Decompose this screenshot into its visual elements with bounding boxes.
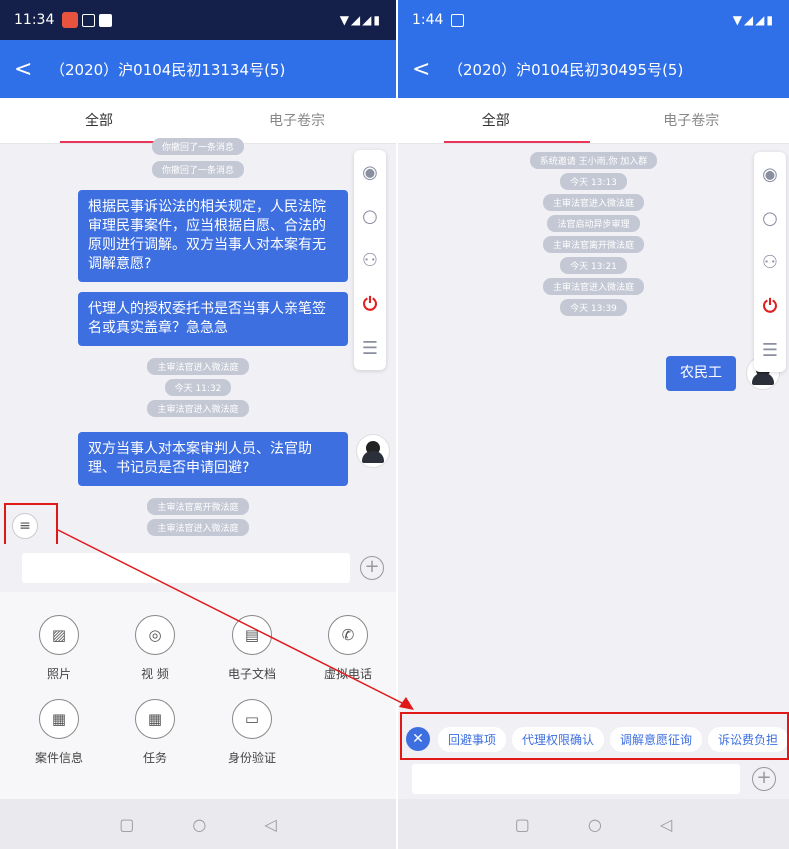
system-message: 今天 13:21 [560, 257, 627, 274]
members-icon[interactable]: ⚇ [762, 240, 778, 284]
case-title: （2020）沪0104民初30495号(5) [448, 60, 684, 79]
message-bubble[interactable]: 双方当事人对本案审判人员、法官助理、书记员是否申请回避? [78, 432, 348, 486]
side-tool-bar: ◉ ○ ⚇ ⏻ ☰ [354, 150, 386, 370]
system-message: 主审法官进入微法庭 [542, 194, 644, 211]
status-time: 11:34 [14, 12, 55, 28]
message-icon[interactable]: ☰ [762, 328, 778, 372]
app-notification-icon [451, 13, 465, 27]
system-message: 法官启动异步审理 [547, 215, 640, 232]
status-time: 1:44 [412, 12, 444, 28]
search-icon[interactable]: ○ [362, 194, 378, 238]
system-message: 你撤回了一条消息 [151, 138, 244, 155]
annotation-box [400, 712, 789, 760]
case-title: （2020）沪0104民初13134号(5) [50, 60, 286, 79]
message-bubble[interactable]: 代理人的授权委托书是否当事人亲笔签名或真实盖章？急急急 [78, 292, 348, 346]
back-icon[interactable]: < [412, 57, 440, 82]
tool-video[interactable]: ◎ 视 频 [115, 615, 195, 682]
system-nav-bar: ▢ ○ ◁ [398, 799, 789, 849]
task-icon: ▦ [135, 699, 175, 739]
tab-e-file[interactable]: 电子卷宗 [198, 98, 396, 143]
record-icon[interactable]: ◉ [362, 150, 378, 194]
system-message: 你撤回了一条消息 [151, 161, 244, 178]
notification-icon [62, 12, 79, 28]
back-icon[interactable]: < [14, 57, 42, 82]
chat-area: 你撤回了一条消息 你撤回了一条消息 根据民事诉讼法的相关规定，人民法院审理民事案… [0, 138, 396, 544]
avatar-body [752, 373, 774, 385]
tab-all[interactable]: 全部 [0, 98, 198, 143]
search-icon[interactable]: ○ [762, 196, 778, 240]
recents-icon[interactable]: ▢ [119, 815, 134, 834]
document-icon: ▤ [232, 615, 272, 655]
tool-document[interactable]: ▤ 电子文档 [212, 615, 292, 682]
tool-label: 身份验证 [227, 751, 276, 765]
tool-label: 虚拟电话 [323, 667, 372, 681]
message-icon[interactable]: ☰ [362, 326, 378, 370]
avatar[interactable] [356, 434, 390, 468]
message-bubble[interactable]: 根据民事诉讼法的相关规定，人民法院审理民事案件，应当根据自愿、合法的原则进行调解… [78, 190, 348, 282]
tab-e-file[interactable]: 电子卷宗 [594, 98, 789, 143]
system-message: 主审法官离开微法庭 [147, 498, 249, 515]
tool-task[interactable]: ▦ 任务 [115, 699, 195, 766]
tool-label: 视 频 [141, 667, 169, 681]
tool-label: 电子文档 [227, 667, 276, 681]
back-nav-icon[interactable]: ◁ [660, 815, 672, 834]
system-message: 主审法官进入微法庭 [542, 278, 644, 295]
system-nav-bar: ▢ ○ ◁ [0, 799, 396, 849]
system-message: 今天 13:39 [560, 299, 627, 316]
system-message: 系统邀请 王小雨,你 加入群 [529, 152, 658, 169]
tool-panel: ▨ 照片 ◎ 视 频 ▤ 电子文档 ✆ 虚拟电话 ▦ 案件信息 ▦ 任务 ▭ 身… [0, 592, 396, 800]
tab-underline [444, 141, 590, 143]
title-bar: < （2020）沪0104民初13134号(5) [0, 40, 396, 98]
plus-icon[interactable]: + [752, 767, 776, 791]
camera-icon: ◎ [135, 615, 175, 655]
chat-area: 系统邀请 王小雨,你 加入群 今天 13:13 主审法官进入微法庭 法官启动异步… [398, 148, 789, 408]
status-bar: 1:44 ▼◢◢▮ [398, 0, 789, 40]
system-message: 主审法官进入微法庭 [147, 358, 249, 375]
input-area: + [398, 760, 789, 800]
app-notification-icon [82, 13, 96, 27]
tool-id-verify[interactable]: ▭ 身份验证 [212, 699, 292, 766]
tool-label: 任务 [142, 751, 167, 765]
case-info-icon: ▦ [39, 699, 79, 739]
home-icon[interactable]: ○ [588, 815, 602, 834]
right-phone-screen: 1:44 ▼◢◢▮ < （2020）沪0104民初30495号(5) 全部 电子… [398, 0, 789, 849]
tool-label: 照片 [46, 667, 71, 681]
system-message: 主审法官进入微法庭 [147, 519, 249, 536]
input-area: + [0, 544, 396, 592]
system-message: 今天 13:13 [560, 173, 627, 190]
phone-icon: ✆ [328, 615, 368, 655]
system-message: 主审法官离开微法庭 [542, 236, 644, 253]
plus-icon[interactable]: + [360, 556, 384, 580]
record-icon[interactable]: ◉ [762, 152, 778, 196]
title-bar: < （2020）沪0104民初30495号(5) [398, 40, 789, 98]
tool-phone[interactable]: ✆ 虚拟电话 [308, 615, 388, 682]
photo-icon: ▨ [39, 615, 79, 655]
power-icon[interactable]: ⏻ [763, 284, 777, 328]
signal-battery-icon: ▼◢◢▮ [339, 13, 382, 27]
back-nav-icon[interactable]: ◁ [264, 815, 276, 834]
tab-bar: 全部 电子卷宗 [398, 98, 789, 144]
tab-all[interactable]: 全部 [398, 98, 594, 143]
system-message: 今天 11:32 [164, 379, 232, 396]
side-tool-bar: ◉ ○ ⚇ ⏻ ☰ [754, 152, 786, 372]
message-bubble[interactable]: 农民工 [666, 356, 736, 391]
system-message: 主审法官进入微法庭 [147, 400, 249, 417]
tool-label: 案件信息 [34, 751, 83, 765]
status-bar: 11:34 ▼◢◢▮ [0, 0, 396, 40]
avatar-body [362, 451, 384, 463]
image-notification-icon [99, 13, 113, 27]
message-input[interactable] [22, 553, 350, 583]
annotation-box [4, 503, 58, 549]
tool-case-info[interactable]: ▦ 案件信息 [19, 699, 99, 766]
signal-battery-icon: ▼◢◢▮ [732, 13, 775, 27]
recents-icon[interactable]: ▢ [515, 815, 530, 834]
members-icon[interactable]: ⚇ [362, 238, 378, 282]
tool-photo[interactable]: ▨ 照片 [19, 615, 99, 682]
power-icon[interactable]: ⏻ [363, 282, 377, 326]
id-verify-icon: ▭ [232, 699, 272, 739]
message-input[interactable] [412, 764, 740, 794]
home-icon[interactable]: ○ [192, 815, 206, 834]
left-phone-screen: 11:34 ▼◢◢▮ < （2020）沪0104民初13134号(5) 全部 电… [0, 0, 396, 849]
